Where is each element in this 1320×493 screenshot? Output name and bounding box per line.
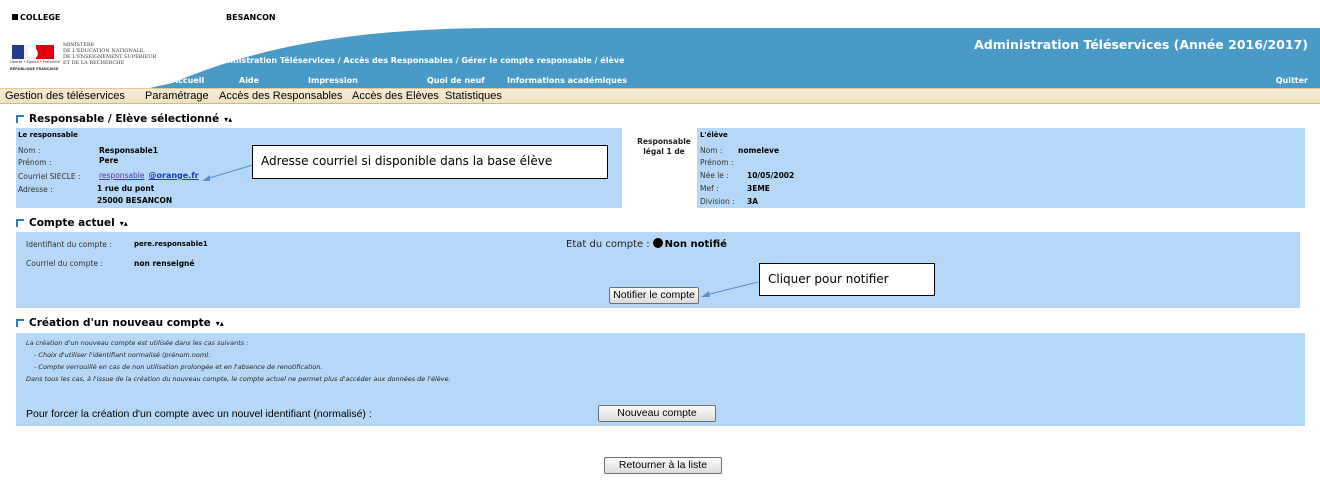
logo-motto: Liberté • Égalité • Fraternité <box>10 60 60 64</box>
quit-link[interactable]: Quitter <box>1276 76 1308 85</box>
section-title-new-account: Création d'un nouveau compte ▾▴ <box>16 317 224 329</box>
eleve-nom-label: Nom : <box>700 146 723 155</box>
responsable-nom: Responsable1 <box>99 146 158 155</box>
app-title: Administration Téléservices (Année 2016/… <box>974 37 1308 52</box>
square-icon <box>12 14 18 20</box>
identifiant-label: Identifiant du compte : <box>26 240 112 249</box>
responsable-heading: Le responsable <box>18 131 78 139</box>
status-dot-icon <box>652 238 663 248</box>
status-label: Etat du compte : <box>566 239 650 250</box>
section-icon <box>16 319 24 327</box>
section-title-text: Création d'un nouveau compte <box>29 317 211 329</box>
section-icon <box>16 115 24 123</box>
account-courriel: non renseigné <box>134 259 195 268</box>
callout-email: Adresse courriel si disponible dans la b… <box>252 145 608 179</box>
nav-aide[interactable]: Aide <box>239 76 259 85</box>
section-title-text: Responsable / Elève sélectionné <box>29 113 220 125</box>
college-name: COLLEGE <box>20 13 61 22</box>
eleve-nom: nomeleve <box>738 146 780 155</box>
menu-statistiques[interactable]: Statistiques <box>445 90 502 102</box>
prenom-label: Prénom : <box>18 158 52 167</box>
email-domain: @orange.fr <box>148 171 199 180</box>
status-value: Non notifié <box>664 239 727 250</box>
ministry-line: ET DE LA RECHERCHE <box>63 60 125 66</box>
back-to-list-button[interactable]: Retourner à la liste <box>604 457 722 474</box>
mef-label: Mef : <box>700 184 719 193</box>
college-label: COLLEGE <box>12 13 60 22</box>
callout-arrow-notify <box>701 281 759 297</box>
eleve-division: 3A <box>747 197 759 206</box>
section-icon <box>16 219 24 227</box>
collapse-icon[interactable]: ▾▴ <box>216 319 224 328</box>
top-strip <box>0 0 1320 28</box>
adresse-line1: 1 rue du pont <box>97 184 155 193</box>
responsable-email-link[interactable]: responsable @orange.fr <box>99 171 199 180</box>
info-line: Dans tous les cas, à l'issue de la créat… <box>26 375 451 383</box>
collapse-icon[interactable]: ▾▴ <box>120 219 128 228</box>
account-status: Etat du compte : Non notifié <box>566 238 727 250</box>
menu-gestion-teleservices[interactable]: Gestion des téléservices <box>5 90 125 102</box>
responsable-prenom: Pere <box>99 156 119 165</box>
menu-parametrage[interactable]: Paramétrage <box>145 90 209 102</box>
callout-notify: Cliquer pour notifier <box>759 263 935 296</box>
adresse-label: Adresse : <box>18 185 53 194</box>
email-local: responsable <box>99 171 145 180</box>
naissance-label: Née le : <box>700 171 729 180</box>
info-line: La création d'un nouveau compte est util… <box>26 339 249 347</box>
force-creation-label: Pour forcer la création d'un compte avec… <box>26 408 372 420</box>
relation-line1: Responsable <box>637 137 691 146</box>
eleve-mef: 3EME <box>747 184 770 193</box>
info-line: - Compte verrouillé en cas de non utilis… <box>34 363 323 371</box>
callout-arrow-email <box>202 163 257 181</box>
courriel-siecle-label: Courriel SIECLE : <box>18 172 81 181</box>
ministry-text: MINISTÈRE DE L'ÉDUCATION NATIONALE, DE L… <box>63 42 173 66</box>
eleve-heading: L'élève <box>700 131 728 139</box>
notify-account-button[interactable]: Notifier le compte <box>609 287 699 304</box>
nav-quoi-de-neuf[interactable]: Quoi de neuf <box>427 76 485 85</box>
section-title-selected: Responsable / Elève sélectionné ▾▴ <box>16 113 232 125</box>
section-title-account: Compte actuel ▾▴ <box>16 217 128 229</box>
eleve-prenom-label: Prénom : <box>700 158 734 167</box>
nav-accueil[interactable]: Accueil <box>172 76 204 85</box>
account-courriel-label: Courriel du compte : <box>26 259 103 268</box>
nav-impression[interactable]: Impression <box>308 76 358 85</box>
new-account-button[interactable]: Nouveau compte <box>598 405 716 422</box>
menu-acces-eleves[interactable]: Accès des Elèves <box>352 90 439 102</box>
eleve-panel <box>697 128 1305 208</box>
logo-country: RÉPUBLIQUE FRANÇAISE <box>10 67 59 71</box>
city-label: BESANCON <box>226 13 276 22</box>
relation-line2: légal 1 de <box>643 147 685 156</box>
section-title-text: Compte actuel <box>29 217 115 229</box>
adresse-line2: 25000 BESANCON <box>97 196 173 205</box>
eleve-naissance: 10/05/2002 <box>747 171 795 180</box>
nom-label: Nom : <box>18 146 41 155</box>
menu-acces-responsables[interactable]: Accès des Responsables <box>219 90 343 102</box>
nav-informations-academiques[interactable]: Informations académiques <box>507 76 627 85</box>
breadcrumb: Administration Téléservices / Accès des … <box>210 56 625 65</box>
collapse-icon[interactable]: ▾▴ <box>224 115 232 124</box>
info-line: - Choix d'utiliser l'identifiant normali… <box>34 351 211 359</box>
division-label: Division : <box>700 197 735 206</box>
account-identifiant: pere.responsable1 <box>134 240 208 248</box>
